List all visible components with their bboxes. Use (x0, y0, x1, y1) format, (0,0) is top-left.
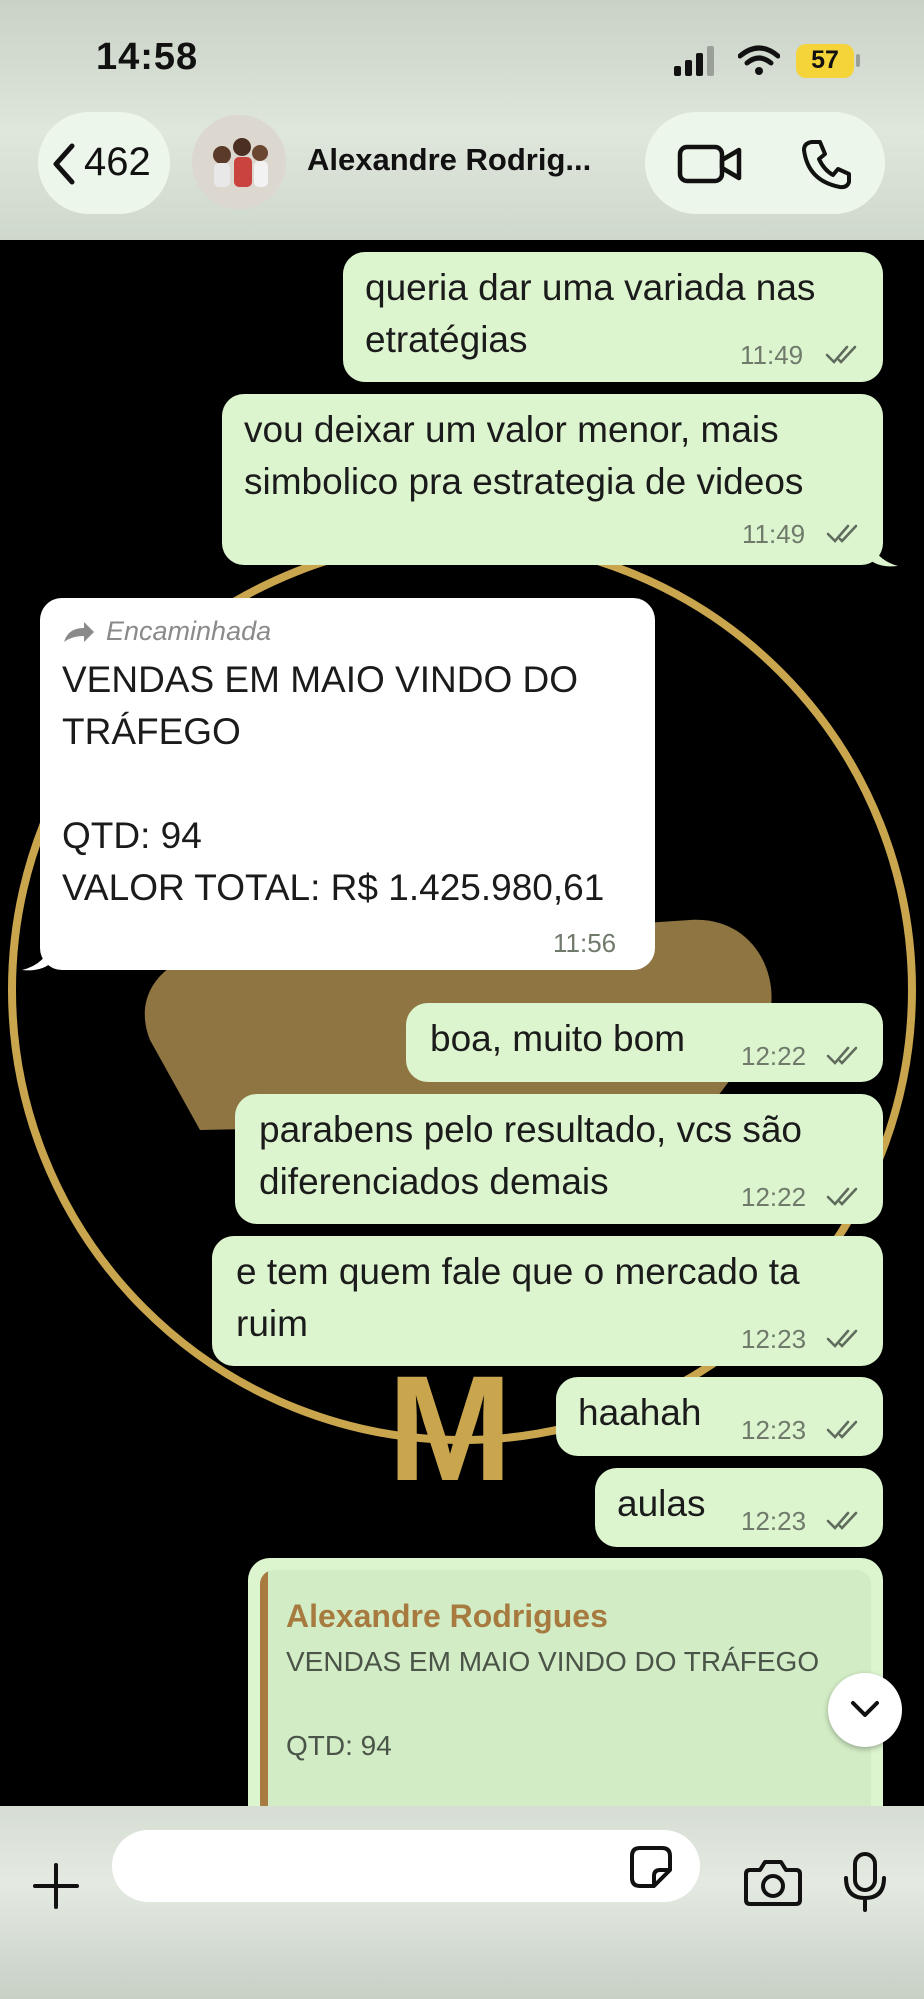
message-bubble-outgoing[interactable]: e tem quem fale que o mercado ta ruim 12… (212, 1236, 883, 1366)
camera-icon[interactable] (744, 1858, 802, 1906)
sticker-icon[interactable] (628, 1844, 674, 1890)
microphone-icon[interactable] (842, 1852, 888, 1912)
message-input[interactable] (112, 1830, 700, 1902)
battery-tip (856, 54, 860, 67)
message-text: simbolico pra estrategia de videos (244, 461, 804, 502)
message-bubble-outgoing-reply[interactable]: Alexandre Rodrigues VENDAS EM MAIO VINDO… (248, 1558, 883, 1828)
message-time: 11:49 (740, 340, 804, 370)
message-bubble-outgoing[interactable]: queria dar uma variada nas etratégias 11… (343, 252, 883, 382)
status-time: 14:58 (96, 36, 199, 78)
message-bubble-outgoing[interactable]: parabens pelo resultado, vcs são diferen… (235, 1094, 883, 1224)
message-bubble-outgoing[interactable]: vou deixar um valor menor, mais simbolic… (222, 394, 883, 565)
quote-text: VENDAS EM MAIO VINDO DO TRÁFEGO (286, 1646, 820, 1677)
message-time: 12:23 (741, 1415, 807, 1445)
scroll-to-bottom-button[interactable] (828, 1673, 902, 1747)
wallpaper-logo-letter: M (388, 1344, 513, 1512)
message-time: 12:23 (741, 1506, 807, 1536)
signal-icon (674, 46, 714, 76)
contact-name[interactable]: Alexandre Rodrig... (307, 142, 591, 178)
wifi-icon (738, 45, 780, 75)
message-time: 12:23 (741, 1324, 807, 1354)
plus-icon[interactable] (32, 1862, 80, 1910)
message-bubble-outgoing[interactable]: aulas 12:23 (595, 1468, 883, 1547)
message-time: 11:56 (553, 928, 617, 958)
battery-level: 57 (811, 46, 839, 74)
video-camera-icon[interactable] (677, 142, 743, 186)
message-bubble-outgoing[interactable]: boa, muito bom 12:22 (406, 1003, 883, 1082)
chat-header: 14:58 57 462 Alexandre Rodrig... (0, 0, 924, 240)
chevron-down-icon (851, 1701, 879, 1717)
quote-author: Alexandre Rodrigues (286, 1598, 608, 1634)
forwarded-label: Encaminhada (106, 616, 272, 646)
message-time: 11:49 (742, 519, 806, 549)
message-text: e tem quem fale que o mercado ta (236, 1251, 800, 1292)
back-chevron-icon (53, 143, 75, 185)
message-bubble-incoming[interactable]: Encaminhada VENDAS EM MAIO VINDO DO TRÁF… (40, 598, 655, 970)
read-ticks-icon (825, 345, 857, 364)
quote-accent-bar (260, 1570, 268, 1818)
battery-icon: 57 (796, 44, 854, 78)
avatar[interactable] (192, 115, 286, 209)
message-text: VENDAS EM MAIO VINDO DO (62, 659, 579, 700)
message-composer (0, 1806, 924, 1999)
read-ticks-icon (826, 1329, 858, 1348)
bubble-tail (870, 540, 898, 567)
call-actions (645, 112, 885, 214)
message-text: queria dar uma variada nas (365, 267, 816, 308)
bubble-tail (22, 942, 52, 971)
message-text: VALOR TOTAL: R$ 1.425.980,61 (62, 867, 605, 908)
message-text: etratégias (365, 319, 528, 360)
message-bubble-outgoing[interactable]: haahah 12:23 (556, 1377, 883, 1456)
quote-text: QTD: 94 (286, 1730, 392, 1761)
message-text: boa, muito bom (430, 1018, 686, 1059)
read-ticks-icon (826, 1420, 858, 1439)
quoted-message[interactable]: Alexandre Rodrigues VENDAS EM MAIO VINDO… (260, 1570, 871, 1818)
message-text: aulas (617, 1483, 706, 1524)
phone-icon[interactable] (800, 138, 852, 190)
message-text: haahah (578, 1392, 702, 1433)
message-text: vou deixar um valor menor, mais (244, 409, 779, 450)
message-time: 12:22 (741, 1182, 807, 1212)
message-text: parabens pelo resultado, vcs são (259, 1109, 803, 1150)
unread-count: 462 (84, 140, 151, 184)
read-ticks-icon (826, 1511, 858, 1530)
message-text: QTD: 94 (62, 815, 202, 856)
read-ticks-icon (826, 1046, 858, 1065)
forward-arrow-icon (64, 622, 94, 642)
message-text: TRÁFEGO (62, 711, 241, 752)
message-text: ruim (236, 1303, 308, 1344)
message-time: 12:22 (741, 1041, 807, 1071)
read-ticks-icon (826, 524, 858, 543)
read-ticks-icon (826, 1187, 858, 1206)
back-button[interactable]: 462 (38, 112, 170, 214)
message-text: diferenciados demais (259, 1161, 609, 1202)
